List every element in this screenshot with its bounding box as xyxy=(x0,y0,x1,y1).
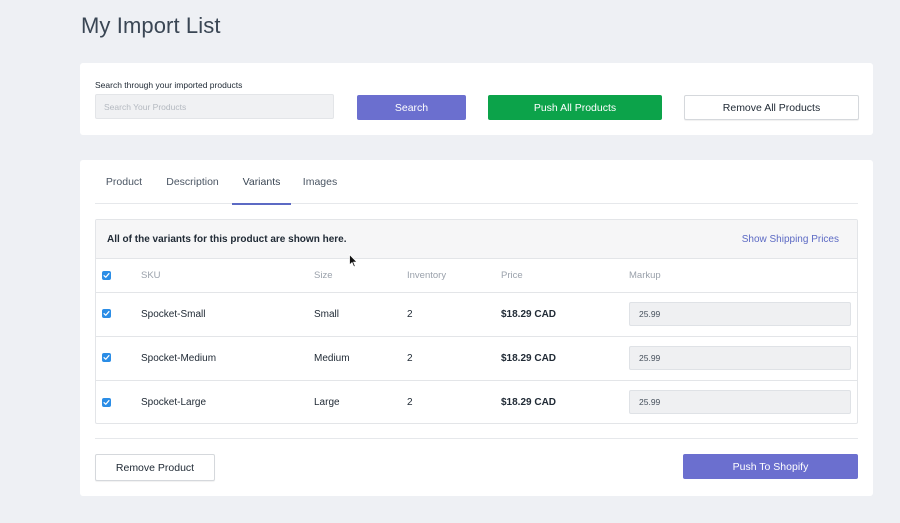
search-card: Search through your imported products Se… xyxy=(80,63,873,135)
checkmark-icon xyxy=(103,355,110,361)
variant-checkbox[interactable] xyxy=(102,397,111,407)
markup-input[interactable] xyxy=(629,390,851,415)
variant-price: $18.29 CAD xyxy=(501,308,557,320)
tab-images[interactable]: Images xyxy=(299,160,341,204)
column-header-price: Price xyxy=(501,269,523,281)
markup-input[interactable] xyxy=(629,346,851,370)
column-header-markup: Markup xyxy=(629,269,661,281)
product-tabs: Product Description Variants Images xyxy=(95,160,858,205)
column-header-sku: SKU xyxy=(141,269,161,281)
variant-sku: Spocket-Small xyxy=(141,308,206,320)
search-input[interactable] xyxy=(95,94,334,119)
mouse-cursor-icon xyxy=(349,254,358,268)
variants-table: SKU Size Inventory Price Markup Spocket-… xyxy=(96,259,857,423)
variant-size: Large xyxy=(314,396,340,408)
footer-divider xyxy=(95,438,858,439)
variant-sku: Spocket-Large xyxy=(141,396,207,408)
checkmark-icon xyxy=(103,272,110,278)
variant-size: Medium xyxy=(314,352,350,364)
page-title: My Import List xyxy=(81,13,221,38)
tab-description[interactable]: Description xyxy=(162,160,223,204)
product-card: Product Description Variants Images All … xyxy=(80,160,873,496)
table-row: Spocket-Small Small 2 $18.29 CAD xyxy=(96,292,857,336)
variants-header: All of the variants for this product are… xyxy=(96,220,857,259)
markup-input[interactable] xyxy=(629,302,851,326)
remove-all-products-button[interactable]: Remove All Products xyxy=(684,95,859,120)
checkmark-icon xyxy=(103,399,110,405)
variant-sku: Spocket-Medium xyxy=(141,352,217,364)
checkmark-icon xyxy=(103,311,110,317)
push-all-products-button[interactable]: Push All Products xyxy=(488,95,662,120)
variants-table-header: SKU Size Inventory Price Markup xyxy=(96,259,857,292)
search-label: Search through your imported products xyxy=(95,80,243,90)
variants-panel: All of the variants for this product are… xyxy=(95,219,858,424)
push-to-shopify-button[interactable]: Push To Shopify xyxy=(683,454,858,479)
select-all-cell xyxy=(96,259,141,292)
variant-inventory: 2 xyxy=(407,308,413,320)
table-row: Spocket-Large Large 2 $18.29 CAD xyxy=(96,380,857,423)
variant-price: $18.29 CAD xyxy=(501,352,557,364)
variant-checkbox[interactable] xyxy=(102,353,111,363)
search-button[interactable]: Search xyxy=(357,95,466,120)
column-header-size: Size xyxy=(314,269,333,281)
column-header-inventory: Inventory xyxy=(407,269,447,281)
variant-price: $18.29 CAD xyxy=(501,396,557,408)
tab-variants[interactable]: Variants xyxy=(232,160,291,205)
tab-product[interactable]: Product xyxy=(95,160,153,204)
variant-inventory: 2 xyxy=(407,352,413,364)
variant-inventory: 2 xyxy=(407,396,413,408)
table-row: Spocket-Medium Medium 2 $18.29 CAD xyxy=(96,336,857,380)
variant-checkbox[interactable] xyxy=(102,309,111,319)
show-shipping-prices-link[interactable]: Show Shipping Prices xyxy=(742,234,839,245)
remove-product-button[interactable]: Remove Product xyxy=(95,454,215,481)
variant-size: Small xyxy=(314,308,340,320)
select-all-checkbox[interactable] xyxy=(102,270,111,280)
variants-info-text: All of the variants for this product are… xyxy=(107,234,347,245)
